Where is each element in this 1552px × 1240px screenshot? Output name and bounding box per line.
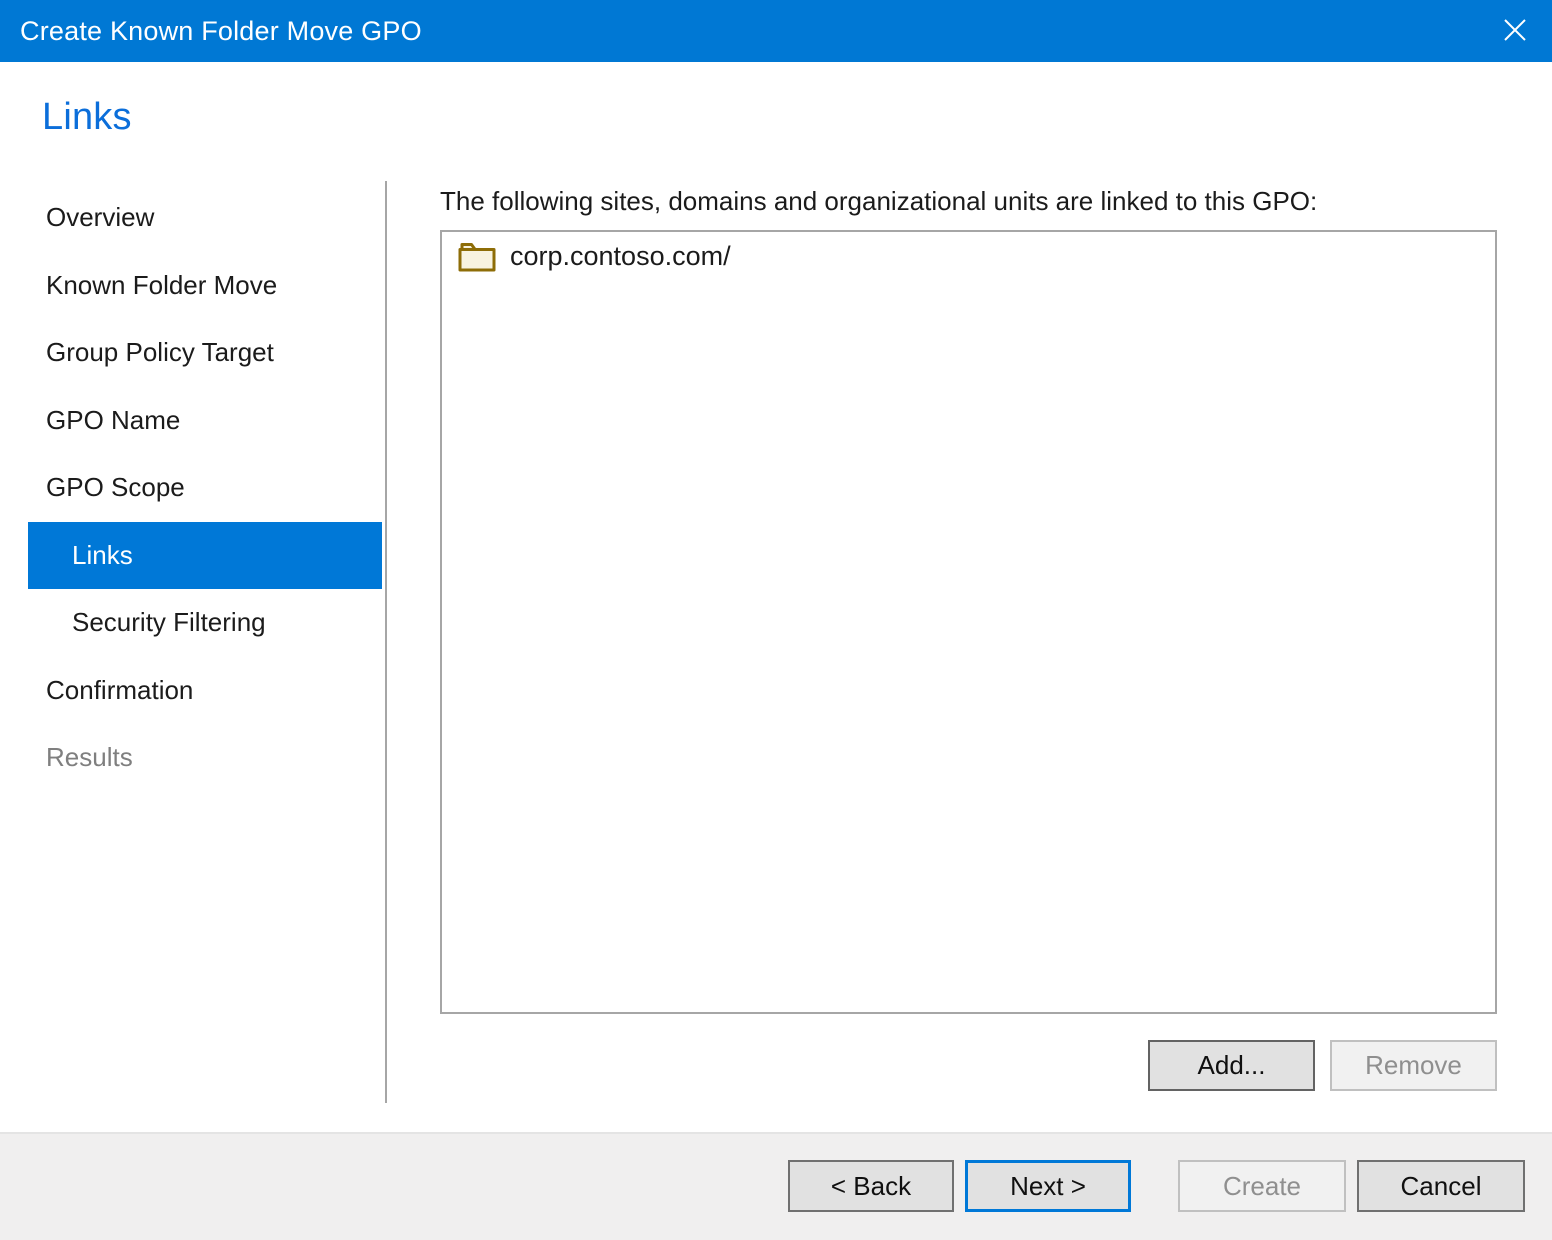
sidebar-item-security-filtering[interactable]: Security Filtering bbox=[28, 589, 382, 657]
page-title: Links bbox=[42, 96, 132, 139]
add-button[interactable]: Add... bbox=[1148, 1040, 1315, 1091]
remove-button: Remove bbox=[1330, 1040, 1497, 1091]
close-icon bbox=[1500, 15, 1530, 50]
title-bar: Create Known Folder Move GPO bbox=[0, 0, 1552, 62]
links-instruction-text: The following sites, domains and organiz… bbox=[440, 186, 1317, 217]
sidebar-item-confirmation[interactable]: Confirmation bbox=[28, 657, 382, 725]
sidebar-item-results: Results bbox=[28, 724, 382, 792]
wizard-window: Create Known Folder Move GPO Links Overv… bbox=[0, 0, 1552, 1240]
list-item[interactable]: corp.contoso.com/ bbox=[442, 232, 1495, 272]
sidebar-item-gpo-name[interactable]: GPO Name bbox=[28, 387, 382, 455]
wizard-steps-nav: Overview Known Folder Move Group Policy … bbox=[28, 184, 382, 792]
linked-item-name: corp.contoso.com/ bbox=[510, 241, 731, 272]
window-title: Create Known Folder Move GPO bbox=[20, 16, 422, 47]
sidebar-item-links[interactable]: Links bbox=[28, 522, 382, 590]
sidebar-divider bbox=[385, 181, 387, 1103]
sidebar-item-gpo-scope[interactable]: GPO Scope bbox=[28, 454, 382, 522]
sidebar-item-overview[interactable]: Overview bbox=[28, 184, 382, 252]
linked-ou-listbox[interactable]: corp.contoso.com/ bbox=[440, 230, 1497, 1014]
next-button[interactable]: Next > bbox=[965, 1160, 1131, 1212]
create-button: Create bbox=[1178, 1160, 1346, 1212]
cancel-button[interactable]: Cancel bbox=[1357, 1160, 1525, 1212]
folder-icon bbox=[458, 241, 496, 272]
back-button[interactable]: < Back bbox=[788, 1160, 954, 1212]
close-button[interactable] bbox=[1496, 14, 1534, 50]
sidebar-item-group-policy-target[interactable]: Group Policy Target bbox=[28, 319, 382, 387]
sidebar-item-known-folder-move[interactable]: Known Folder Move bbox=[28, 252, 382, 320]
